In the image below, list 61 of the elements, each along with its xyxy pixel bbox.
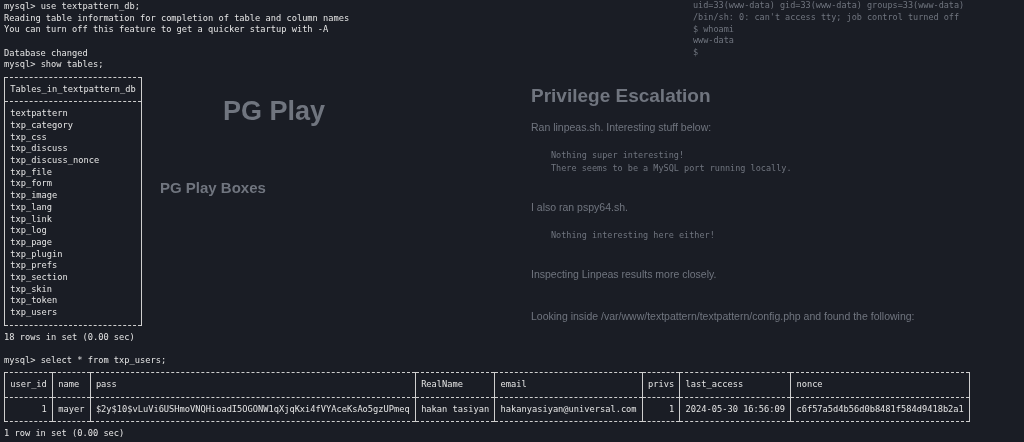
table-cell: 2024-05-30 16:56:09 — [679, 397, 791, 422]
table-cell: mayer — [52, 397, 91, 422]
table-cell: txp_discuss_nonce — [4, 155, 142, 167]
prompt: mysql> — [4, 354, 36, 365]
table-cell: hakanyasiyan@universal.com — [494, 397, 643, 422]
code-line: Nothing interesting here either! — [551, 229, 716, 242]
article-paragraph: Ran linpeas.sh. Interesting stuff below: — [531, 121, 713, 133]
table-cell: 1 — [642, 397, 680, 422]
table-cell: txp_file — [4, 166, 142, 179]
table-cell: txp_css — [4, 131, 142, 144]
column-header: RealName — [415, 372, 495, 398]
column-header: last_access — [679, 372, 791, 398]
column-header: email — [494, 372, 643, 398]
code-line: There seems to be a MySQL port running locally. — [551, 162, 793, 175]
table-cell: txp_skin — [4, 283, 142, 296]
column-header: name — [52, 372, 91, 398]
table-cell: txp_prefs — [4, 260, 142, 273]
column-header: Tables_in_textpattern_db — [4, 77, 142, 102]
shell-output-line: $ — [693, 47, 700, 59]
table-cell: txp_page — [4, 236, 142, 249]
table-cell: txp_section — [4, 272, 142, 284]
column-header: user_id — [4, 372, 53, 398]
table-cell: txp_image — [4, 190, 142, 202]
table-cell: c6f57a5d4b56d0b8481f584d9418b2a1 — [790, 397, 970, 422]
table-cell: 1 — [4, 397, 53, 422]
table-cell: $2y$10$vLuVi6USHmoVNQHioadI5OGONW1qXjqKxi4fVYAceKsAo5gzUPmeq — [90, 397, 416, 422]
shell-output-line: /bin/sh: 0: can't access tty; job control turned off — [693, 11, 961, 24]
site-title: PG Play — [223, 96, 327, 127]
command-text: show tables; — [40, 59, 104, 70]
output-line: Database changed — [4, 47, 88, 58]
code-line: Nothing super interesting! — [551, 149, 686, 162]
output-line: 1 row in set (0.00 sec) — [4, 428, 125, 439]
prompt: mysql> — [4, 59, 36, 70]
table-cell: txp_category — [4, 119, 142, 132]
table-cell: txp_form — [4, 178, 142, 191]
command-text: use textpattern_db; — [40, 1, 140, 11]
article-paragraph: Inspecting Linpeas results more closely. — [531, 268, 718, 280]
table-cell: txp_discuss — [4, 143, 142, 155]
column-header: nonce — [790, 372, 970, 398]
column-header: privs — [642, 372, 680, 398]
column-header: pass — [90, 372, 416, 398]
output-line: Reading table information for completion of table and column names — [4, 12, 350, 23]
output-line: You can turn off this feature to get a quicker startup with -A — [4, 24, 329, 35]
shell-output-line: www-data — [693, 35, 735, 48]
table-cell: textpattern — [4, 101, 142, 120]
article-heading: Privilege Escalation — [531, 85, 712, 107]
table-cell: hakan tasiyan — [415, 397, 495, 422]
article-paragraph: I also ran pspy64.sh. — [531, 201, 629, 213]
table-cell: txp_log — [4, 225, 142, 237]
table-cell: txp_users — [4, 307, 142, 326]
prompt: mysql> — [4, 1, 36, 11]
command-text: select * from txp_users; — [40, 354, 167, 365]
shell-output-line: uid=33(www-data) gid=33(www-data) groups=33(www-data) — [693, 0, 966, 12]
table-cell: txp_link — [4, 213, 142, 226]
table-cell: txp_plugin — [4, 248, 142, 261]
section-heading: PG Play Boxes — [160, 179, 267, 196]
shell-output-line: $ whoami — [693, 23, 735, 36]
output-line: 18 rows in set (0.00 sec) — [4, 331, 135, 342]
table-cell: txp_token — [4, 295, 142, 308]
table-cell: txp_lang — [4, 201, 142, 214]
article-paragraph: Looking inside /var/www/textpattern/textpattern/config.php and found the following: — [531, 310, 916, 322]
